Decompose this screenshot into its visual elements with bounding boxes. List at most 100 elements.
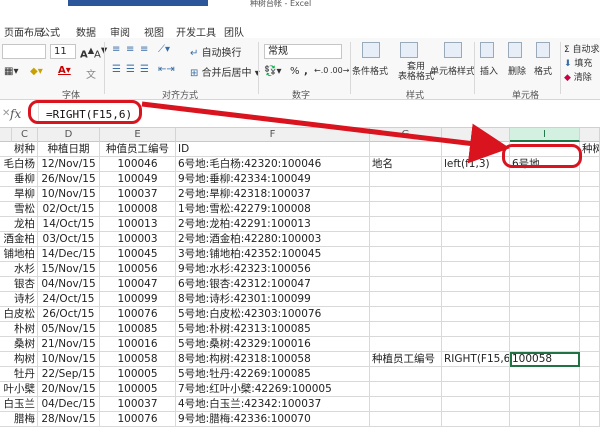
cell-d[interactable]: 20/Nov/15	[38, 382, 100, 397]
cell-g[interactable]	[370, 262, 442, 277]
cell-h[interactable]	[442, 412, 510, 427]
cell-c[interactable]: 银杏	[0, 277, 38, 292]
table-format-button[interactable]: 套用 表格格式	[398, 62, 434, 82]
cell-g[interactable]	[370, 232, 442, 247]
cell-j[interactable]	[580, 247, 600, 262]
cell-style-button[interactable]: 单元格样式	[430, 64, 475, 77]
wrap-text-button[interactable]: ↵ 自动换行	[190, 44, 242, 59]
cell-e[interactable]: 100076	[100, 412, 176, 427]
cell-e[interactable]: 100049	[100, 172, 176, 187]
clear-button[interactable]: ◆ 清除	[564, 70, 592, 83]
cell-d[interactable]: 22/Sep/15	[38, 367, 100, 382]
cell-g[interactable]	[370, 187, 442, 202]
cell-i[interactable]	[510, 307, 580, 322]
cell-i[interactable]	[510, 337, 580, 352]
cell-e[interactable]: 100005	[100, 382, 176, 397]
cell-f[interactable]: 5号地:白皮松:42303:100076	[176, 307, 370, 322]
cell-f[interactable]: 6号地:银杏:42312:100047	[176, 277, 370, 292]
cell-f[interactable]: 5号地:牡丹:42269:100085	[176, 367, 370, 382]
cell-c[interactable]: 白皮松	[0, 307, 38, 322]
cell-f[interactable]: 3号地:铺地柏:42352:100045	[176, 247, 370, 262]
tab-view[interactable]: 视图	[144, 24, 164, 39]
cell-c[interactable]: 酒金柏	[0, 232, 38, 247]
tab-team[interactable]: 团队	[224, 24, 244, 39]
cell-j[interactable]	[580, 172, 600, 187]
cell-j[interactable]	[580, 292, 600, 307]
cell-i[interactable]	[510, 247, 580, 262]
cell-c[interactable]: 白玉兰	[0, 397, 38, 412]
fx-icon[interactable]: fx	[10, 107, 21, 121]
column-header-j[interactable]	[580, 128, 600, 142]
cell-j[interactable]	[580, 397, 600, 412]
align-middle-icon[interactable]: ≡	[126, 44, 134, 55]
font-name-combo[interactable]	[2, 44, 46, 59]
format-button[interactable]: 格式	[534, 64, 552, 77]
cell-i[interactable]	[510, 217, 580, 232]
cell-d[interactable]: 14/Dec/15	[38, 247, 100, 262]
cell-f[interactable]: ID	[176, 142, 370, 157]
cell-h[interactable]	[442, 262, 510, 277]
cell-c[interactable]: 龙柏	[0, 217, 38, 232]
cell-h[interactable]	[442, 292, 510, 307]
cell-j[interactable]	[580, 277, 600, 292]
cell-e[interactable]: 100045	[100, 247, 176, 262]
cell-f[interactable]: 2号地:龙柏:42291:100013	[176, 217, 370, 232]
cell-c[interactable]: 垂柳	[0, 172, 38, 187]
cell-h[interactable]: RIGHT(F15,6)	[442, 352, 510, 367]
conditional-format-button[interactable]: 条件格式	[352, 64, 388, 77]
cell-e[interactable]: 100037	[100, 397, 176, 412]
cell-d[interactable]: 04/Dec/15	[38, 397, 100, 412]
cell-h[interactable]	[442, 247, 510, 262]
percent-icon[interactable]: %	[290, 66, 300, 77]
cell-j[interactable]	[580, 217, 600, 232]
cell-f[interactable]: 8号地:诗杉:42301:100099	[176, 292, 370, 307]
cell-h[interactable]	[442, 187, 510, 202]
cell-i[interactable]	[510, 397, 580, 412]
cell-i[interactable]	[510, 232, 580, 247]
cell-h[interactable]	[442, 367, 510, 382]
cell-c[interactable]: 水杉	[0, 262, 38, 277]
format-icon[interactable]	[536, 42, 550, 58]
merge-center-button[interactable]: ⊞ 合并后居中 ▾	[190, 64, 260, 79]
cell-i[interactable]: 100058	[510, 352, 580, 367]
cell-i[interactable]	[510, 382, 580, 397]
cell-e[interactable]: 100003	[100, 232, 176, 247]
column-header-i[interactable]: I	[510, 128, 580, 142]
cell-j[interactable]	[580, 367, 600, 382]
column-header-c[interactable]: C	[12, 128, 38, 142]
cell-j[interactable]	[580, 157, 600, 172]
cell-c[interactable]: 铺地柏	[0, 247, 38, 262]
cell-d[interactable]: 14/Oct/15	[38, 217, 100, 232]
cell-i[interactable]	[510, 277, 580, 292]
cell-f[interactable]: 7号地:红叶小檗:42269:100005	[176, 382, 370, 397]
cell-g[interactable]: 地名	[370, 157, 442, 172]
cell-i[interactable]	[510, 262, 580, 277]
select-all-corner[interactable]	[0, 128, 12, 142]
tab-page-layout[interactable]: 页面布局	[4, 24, 44, 39]
cell-c[interactable]: 腊梅	[0, 412, 38, 427]
cell-c[interactable]: 毛白杨	[0, 157, 38, 172]
font-size-combo[interactable]: 11	[50, 44, 76, 59]
tab-data[interactable]: 数据	[76, 24, 96, 39]
cell-e[interactable]: 100008	[100, 202, 176, 217]
align-center-icon[interactable]: ☰	[126, 64, 135, 75]
cell-e[interactable]: 100085	[100, 322, 176, 337]
cell-i[interactable]	[510, 412, 580, 427]
cell-h[interactable]	[442, 382, 510, 397]
autosum-button[interactable]: Σ 自动求和	[564, 42, 600, 55]
cell-j[interactable]	[580, 382, 600, 397]
cell-e[interactable]: 100005	[100, 367, 176, 382]
cell-c[interactable]: 旱柳	[0, 187, 38, 202]
cell-g[interactable]	[370, 292, 442, 307]
cell-i[interactable]	[510, 187, 580, 202]
align-left-icon[interactable]: ☰	[112, 64, 121, 75]
column-header-d[interactable]: D	[38, 128, 100, 142]
cell-h[interactable]	[442, 322, 510, 337]
currency-icon[interactable]: 💱▾	[264, 66, 281, 77]
cell-d[interactable]: 28/Nov/15	[38, 412, 100, 427]
cell-h[interactable]: left(f1,3)	[442, 157, 510, 172]
cell-h[interactable]	[442, 217, 510, 232]
cell-f[interactable]: 4号地:白玉兰:42342:100037	[176, 397, 370, 412]
cell-e[interactable]: 100076	[100, 307, 176, 322]
conditional-format-icon[interactable]	[362, 42, 380, 58]
